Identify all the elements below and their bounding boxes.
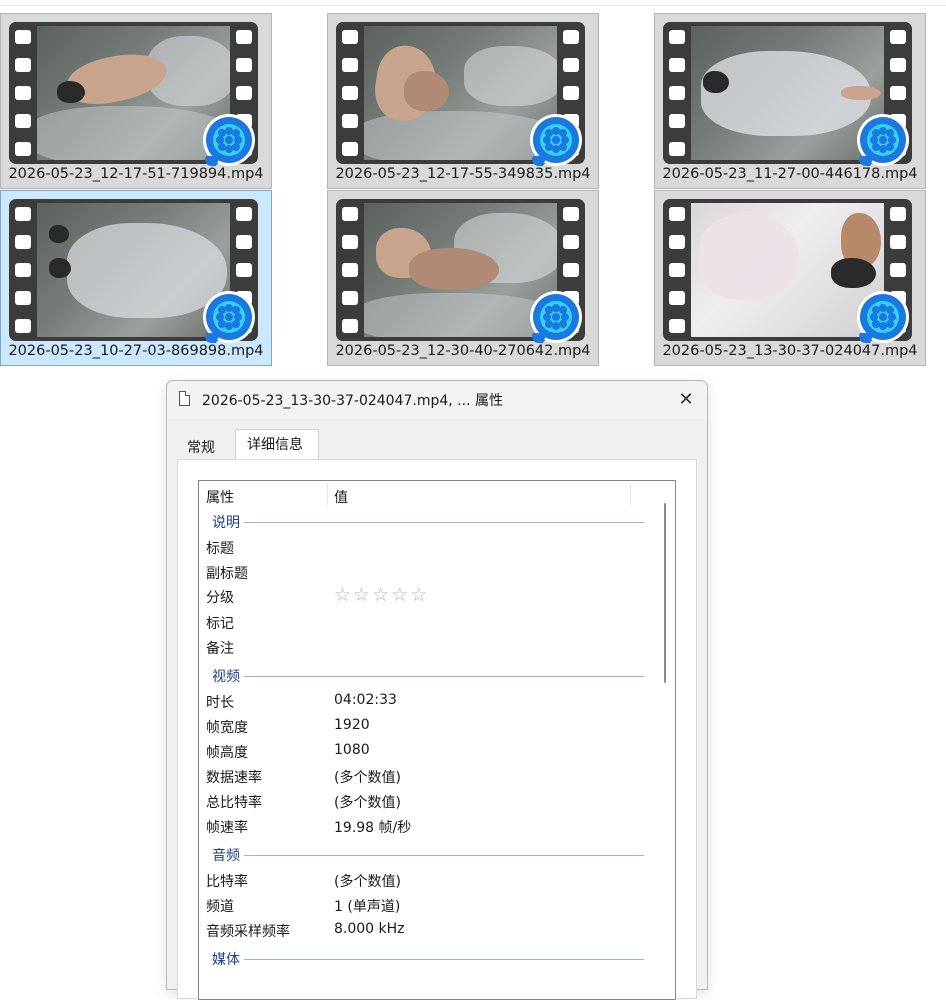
rating-stars[interactable]: ☆☆☆☆☆ xyxy=(334,584,429,606)
file-tile[interactable]: 2026-05-23_12-17-51-719894.mp4 xyxy=(0,13,272,189)
file-tile[interactable]: 2026-05-23_12-30-40-270642.mp4 xyxy=(327,190,599,366)
file-name: 2026-05-23_13-30-37-024047.mp4 xyxy=(662,343,918,359)
file-name: 2026-05-23_12-17-55-349835.mp4 xyxy=(335,166,591,182)
property-row[interactable]: 帧宽度 1920 xyxy=(199,713,675,738)
property-row-rating[interactable]: 分级 ☆☆☆☆☆ xyxy=(199,583,675,608)
dialog-title: 2026-05-23_13-30-37-024047.mp4, ... 属性 xyxy=(202,393,503,409)
section-heading: 音频 xyxy=(199,841,644,866)
file-tile[interactable]: 2026-05-23_12-17-55-349835.mp4 xyxy=(327,13,599,189)
star-icon[interactable]: ☆ xyxy=(410,584,429,606)
section-heading: 媒体 xyxy=(199,945,644,970)
video-player-app-icon xyxy=(860,294,906,340)
dialog-titlebar[interactable]: 2026-05-23_13-30-37-024047.mp4, ... 属性 ✕ xyxy=(167,381,707,419)
property-row[interactable]: 帧速率 19.98 帧/秒 xyxy=(199,813,675,838)
video-player-app-icon xyxy=(860,117,906,163)
section-heading: 视频 xyxy=(199,662,644,687)
video-player-app-icon xyxy=(206,117,252,163)
property-row[interactable]: 副标题 xyxy=(199,559,675,584)
scrollbar-thumb[interactable] xyxy=(664,503,666,683)
close-button[interactable]: ✕ xyxy=(671,385,701,415)
tab-panel: 属性 值 说明 标题 副标题 分级 ☆☆☆☆☆ 标记 备注 视频 时长 04:0… xyxy=(177,459,697,1000)
star-icon[interactable]: ☆ xyxy=(391,584,410,606)
video-player-app-icon xyxy=(533,117,579,163)
file-name: 2026-05-23_10-27-03-869898.mp4 xyxy=(8,343,264,359)
property-row[interactable]: 音频采样频率 8.000 kHz xyxy=(199,917,675,942)
star-icon[interactable]: ☆ xyxy=(372,584,391,606)
property-row[interactable]: 频道 1 (单声道) xyxy=(199,892,675,917)
property-row[interactable]: 总比特率 (多个数值) xyxy=(199,788,675,813)
properties-dialog: 2026-05-23_13-30-37-024047.mp4, ... 属性 ✕… xyxy=(166,380,708,1000)
file-tile[interactable]: 2026-05-23_11-27-00-446178.mp4 xyxy=(654,13,926,189)
video-player-app-icon xyxy=(533,294,579,340)
properties-list[interactable]: 属性 值 说明 标题 副标题 分级 ☆☆☆☆☆ 标记 备注 视频 时长 04:0… xyxy=(198,480,676,1000)
file-tile[interactable]: 2026-05-23_13-30-37-024047.mp4 xyxy=(654,190,926,366)
property-row[interactable]: 帧高度 1080 xyxy=(199,738,675,763)
document-icon xyxy=(179,391,190,406)
star-icon[interactable]: ☆ xyxy=(334,584,353,606)
list-header: 属性 值 xyxy=(199,481,675,508)
column-header-property[interactable]: 属性 xyxy=(206,487,234,507)
tab-details[interactable]: 详细信息 xyxy=(235,429,319,459)
file-tile-selected[interactable]: 2026-05-23_10-27-03-869898.mp4 xyxy=(0,190,272,366)
star-icon[interactable]: ☆ xyxy=(353,584,372,606)
tab-general[interactable]: 常规 xyxy=(187,437,215,457)
file-name: 2026-05-23_11-27-00-446178.mp4 xyxy=(662,166,918,182)
explorer-top-border xyxy=(0,5,946,6)
property-row[interactable]: 比特率 (多个数值) xyxy=(199,867,675,892)
property-row[interactable]: 备注 xyxy=(199,634,675,659)
file-name: 2026-05-23_12-17-51-719894.mp4 xyxy=(8,166,264,182)
video-player-app-icon xyxy=(206,294,252,340)
property-row[interactable]: 数据速率 (多个数值) xyxy=(199,763,675,788)
property-row[interactable]: 时长 04:02:33 xyxy=(199,688,675,713)
property-row[interactable]: 标题 xyxy=(199,534,675,559)
column-header-value[interactable]: 值 xyxy=(334,487,348,507)
section-heading: 说明 xyxy=(199,508,644,533)
property-row[interactable]: 标记 xyxy=(199,609,675,634)
file-name: 2026-05-23_12-30-40-270642.mp4 xyxy=(335,343,591,359)
